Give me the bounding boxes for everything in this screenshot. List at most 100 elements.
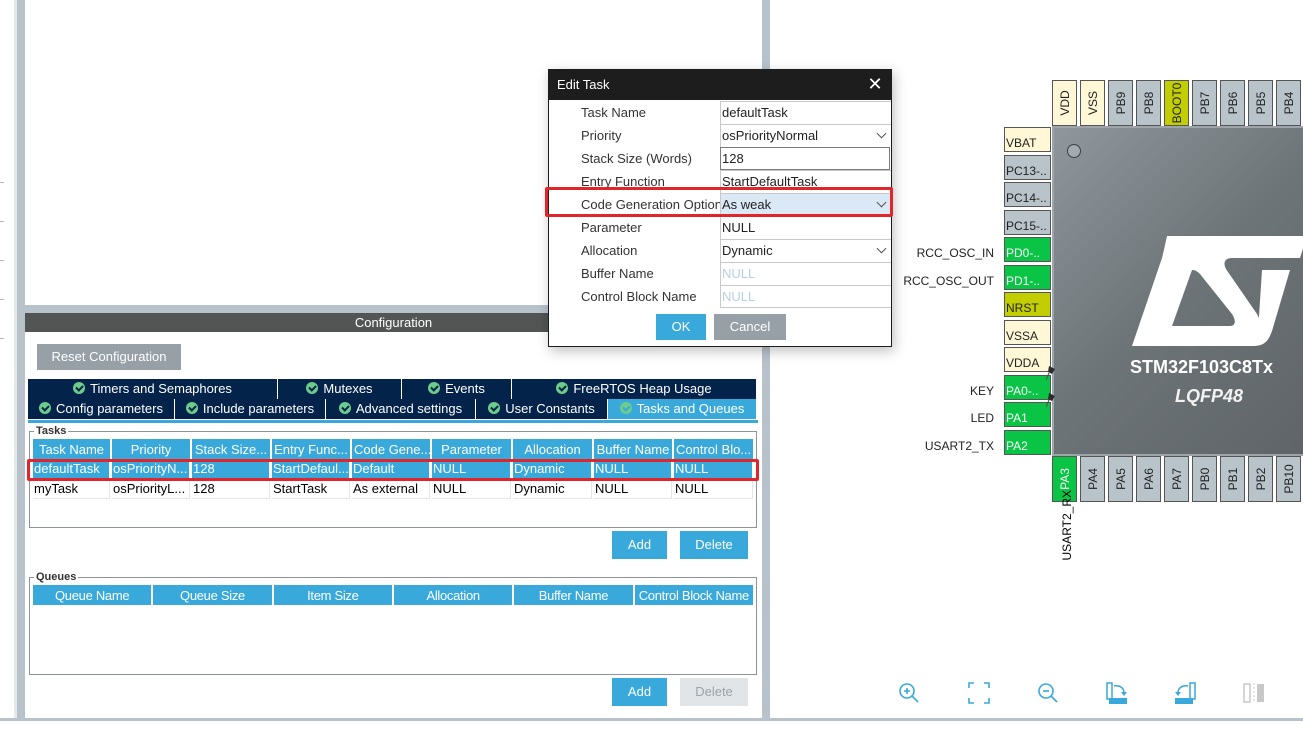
tab-timers-and-semaphores[interactable]: Timers and Semaphores xyxy=(28,379,278,399)
pin-boot0[interactable]: BOOT0 xyxy=(1164,80,1189,126)
add-task-button[interactable]: Add xyxy=(612,531,667,559)
pin-pa7[interactable]: PA7 xyxy=(1164,456,1189,502)
chevron-down-icon xyxy=(876,197,887,208)
parameter-field[interactable]: NULL xyxy=(720,216,891,239)
pin-pb8[interactable]: PB8 xyxy=(1136,80,1161,126)
left-splitter[interactable] xyxy=(17,0,25,720)
entry-function-field[interactable]: StartDefaultTask xyxy=(720,170,891,193)
table-cell[interactable]: osPriorityL... xyxy=(112,479,190,499)
close-icon[interactable]: ✕ xyxy=(865,74,885,94)
pin-vdd[interactable]: VDD xyxy=(1052,80,1077,126)
pin-pd1[interactable]: PD1-.. xyxy=(1004,265,1051,290)
cancel-button[interactable]: Cancel xyxy=(714,314,786,340)
dialog-title-bar[interactable]: Edit Task xyxy=(549,70,891,100)
pin-pa2[interactable]: PA2 xyxy=(1004,430,1051,455)
pin-pb5[interactable]: PB5 xyxy=(1248,80,1273,126)
pin-label: PA2 xyxy=(1006,439,1028,453)
table-cell[interactable]: NULL xyxy=(674,479,753,499)
column-header[interactable]: Buffer Name xyxy=(514,585,633,605)
zoom-out-icon[interactable] xyxy=(1035,680,1061,706)
table-cell[interactable]: NULL xyxy=(594,479,672,499)
ok-button[interactable]: OK xyxy=(656,314,706,340)
pin-nrst[interactable]: NRST xyxy=(1004,292,1051,317)
rotate-right-icon[interactable] xyxy=(1104,680,1130,706)
pin-pa6[interactable]: PA6 xyxy=(1136,456,1161,502)
pin-pa5[interactable]: PA5 xyxy=(1108,456,1133,502)
table-cell[interactable]: osPriorityN... xyxy=(112,459,190,479)
pin-vbat[interactable]: VBAT xyxy=(1004,127,1051,152)
table-row[interactable]: defaultTask osPriorityN... 128 StartDefa… xyxy=(33,459,753,479)
code-generation-option-select[interactable]: As weak xyxy=(720,193,891,216)
column-header[interactable]: Control Block Name xyxy=(634,585,753,605)
pin-pb7[interactable]: PB7 xyxy=(1192,80,1217,126)
pin-pb2[interactable]: PB2 xyxy=(1248,456,1273,502)
control-block-name-field[interactable]: NULL xyxy=(720,285,891,308)
pin-pb1[interactable]: PB1 xyxy=(1220,456,1245,502)
allocation-select[interactable]: Dynamic xyxy=(720,239,891,262)
table-cell[interactable]: 128 xyxy=(192,479,270,499)
table-cell[interactable]: 128 xyxy=(192,459,270,479)
column-header[interactable]: Allocation xyxy=(393,585,513,605)
pin-pb10[interactable]: PB10 xyxy=(1276,456,1301,502)
table-cell[interactable]: Dynamic xyxy=(513,459,592,479)
stack-size-input[interactable]: 128 xyxy=(720,147,890,170)
table-cell[interactable]: As external xyxy=(352,479,430,499)
table-cell[interactable]: Dynamic xyxy=(513,479,592,499)
column-header[interactable]: Allocation xyxy=(513,439,592,459)
pin-label: PC14-.. xyxy=(1006,191,1047,205)
table-cell[interactable]: NULL xyxy=(432,459,511,479)
column-header[interactable]: Queue Name xyxy=(33,585,152,605)
pin-pc13[interactable]: PC13-.. xyxy=(1004,155,1051,180)
fit-to-screen-icon[interactable] xyxy=(966,680,992,706)
pin-pb6[interactable]: PB6 xyxy=(1220,80,1245,126)
delete-task-button[interactable]: Delete xyxy=(680,531,748,559)
task-name-field[interactable]: defaultTask xyxy=(720,101,891,124)
tab-mutexes[interactable]: Mutexes xyxy=(278,379,402,399)
reset-configuration-button[interactable]: Reset Configuration xyxy=(37,344,181,370)
chip-package: LQFP48 xyxy=(1175,386,1244,406)
column-header[interactable]: Parameter xyxy=(432,439,511,459)
table-row[interactable]: myTask osPriorityL... 128 StartTask As e… xyxy=(33,479,753,499)
table-cell[interactable]: myTask xyxy=(33,479,110,499)
column-header[interactable]: Code Gene... xyxy=(352,439,430,459)
pin-vss[interactable]: VSS xyxy=(1080,80,1105,126)
tab-advanced-settings[interactable]: Advanced settings xyxy=(326,399,476,419)
add-queue-button[interactable]: Add xyxy=(612,678,667,706)
pin-pd0[interactable]: PD0-.. xyxy=(1004,237,1051,262)
column-header[interactable]: Task Name xyxy=(33,439,110,459)
tab-tasks-and-queues[interactable]: Tasks and Queues xyxy=(608,399,756,419)
tab-config-parameters[interactable]: Config parameters xyxy=(28,399,175,419)
tab-user-constants[interactable]: User Constants xyxy=(476,399,608,419)
table-cell[interactable]: NULL xyxy=(594,459,672,479)
pin-vdda[interactable]: VDDA xyxy=(1004,347,1051,372)
zoom-in-icon[interactable] xyxy=(896,680,922,706)
column-header[interactable]: Queue Size xyxy=(153,585,272,605)
table-cell[interactable]: Default xyxy=(352,459,430,479)
pin-pa0[interactable]: PA0-.. xyxy=(1004,375,1051,400)
pin-pb4[interactable]: PB4 xyxy=(1276,80,1301,126)
pin-pa1[interactable]: PA1 xyxy=(1004,402,1051,427)
rotate-left-icon[interactable] xyxy=(1172,680,1198,706)
column-header[interactable]: Priority xyxy=(112,439,190,459)
pin-pa4[interactable]: PA4 xyxy=(1080,456,1105,502)
pin-vssa[interactable]: VSSA xyxy=(1004,320,1051,345)
pin-pc15[interactable]: PC15-.. xyxy=(1004,210,1051,235)
table-cell[interactable]: NULL xyxy=(674,459,753,479)
column-header[interactable]: Item Size xyxy=(273,585,392,605)
column-header[interactable]: Buffer Name xyxy=(594,439,672,459)
pin-pb0[interactable]: PB0 xyxy=(1192,456,1217,502)
tab-freertos-heap-usage[interactable]: FreeRTOS Heap Usage xyxy=(512,379,756,399)
buffer-name-field[interactable]: NULL xyxy=(720,262,891,285)
table-cell[interactable]: StartTask xyxy=(272,479,350,499)
column-header[interactable]: Entry Func... xyxy=(272,439,350,459)
column-header[interactable]: Stack Size... xyxy=(192,439,270,459)
table-cell[interactable]: StartDefaul... xyxy=(272,459,350,479)
table-cell[interactable]: NULL xyxy=(432,479,511,499)
pin-pc14[interactable]: PC14-.. xyxy=(1004,182,1051,207)
pin-pb9[interactable]: PB9 xyxy=(1108,80,1133,126)
tab-events[interactable]: Events xyxy=(402,379,512,399)
column-header[interactable]: Control Blo... xyxy=(674,439,753,459)
tab-include-parameters[interactable]: Include parameters xyxy=(175,399,326,419)
table-cell[interactable]: defaultTask xyxy=(33,459,110,479)
priority-select[interactable]: osPriorityNormal xyxy=(720,124,891,147)
